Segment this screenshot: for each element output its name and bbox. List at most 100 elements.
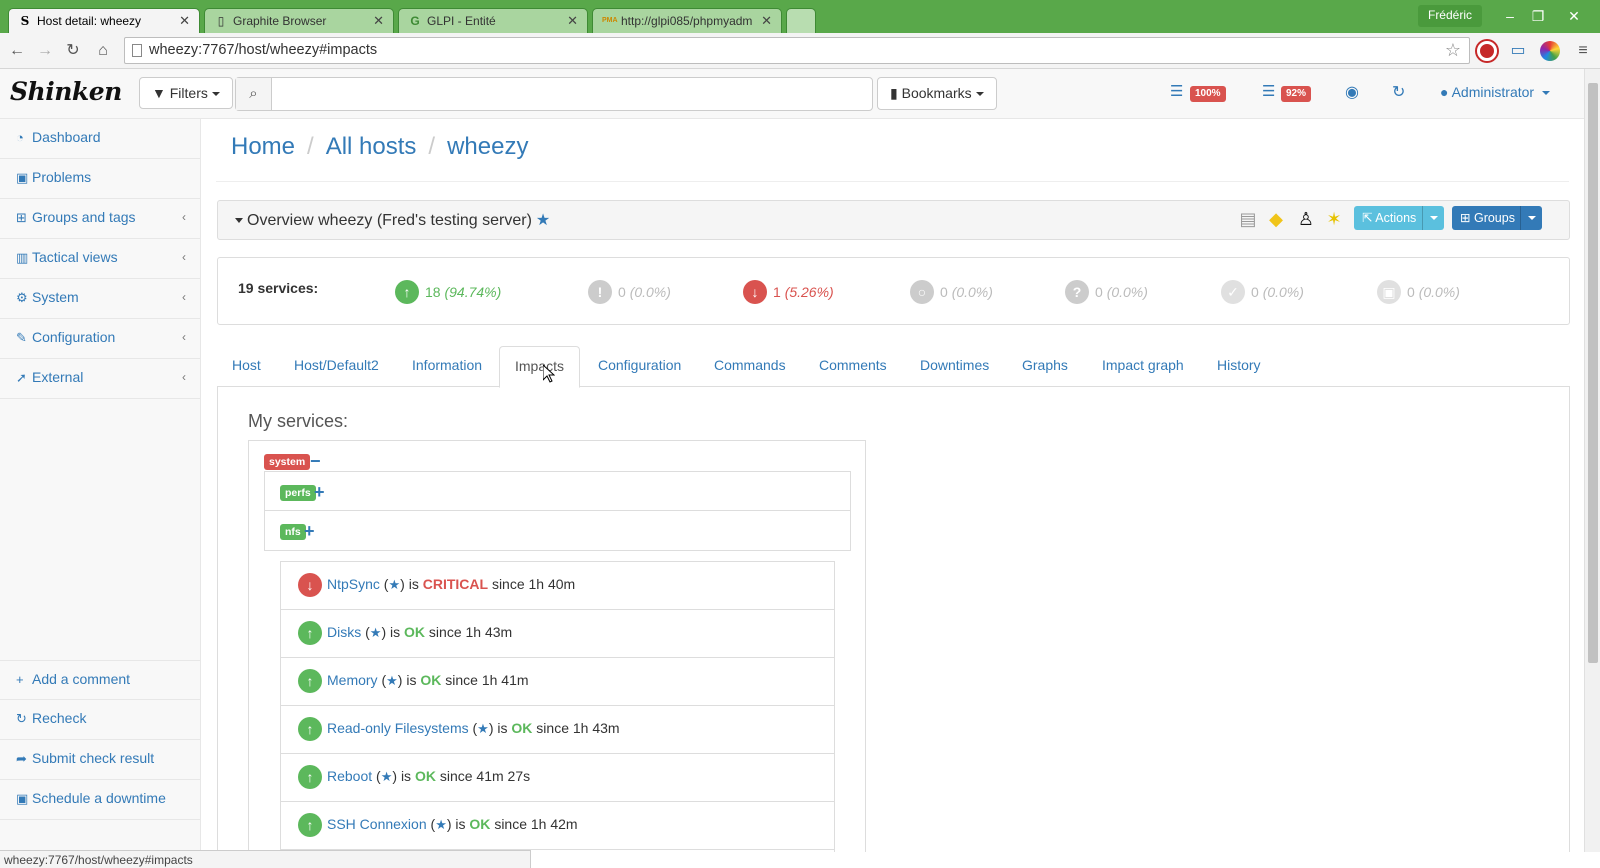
service-link[interactable]: Read-only Filesystems (327, 720, 469, 736)
sidebar-item-configuration[interactable]: ✎ Configuration ‹ (0, 319, 200, 359)
star-icon[interactable]: ★ (388, 577, 400, 592)
close-window-icon[interactable]: ✕ (1562, 6, 1586, 26)
close-tab-icon[interactable]: ✕ (179, 13, 190, 29)
breadcrumb-host[interactable]: wheezy (447, 133, 528, 160)
groups-button[interactable]: ⊞ Groups (1452, 206, 1542, 230)
schedule-downtime-action[interactable]: ▣ Schedule a downtime (0, 780, 200, 820)
stat-unknown[interactable]: ? 0 (0.0%) (1065, 280, 1148, 304)
sidebar-item-label: Tactical views (32, 249, 118, 265)
star-icon[interactable]: ★ (477, 721, 489, 736)
minimize-icon[interactable]: – (1498, 6, 1522, 26)
nfs-tag[interactable]: nfs (280, 524, 306, 540)
browser-tab-graphite[interactable]: ▯ Graphite Browser ✕ (204, 8, 394, 33)
expand-toggle-icon[interactable]: + (304, 522, 315, 540)
stat-critical[interactable]: ↓ 1 (5.26%) (743, 280, 834, 304)
new-tab-button[interactable] (786, 8, 816, 33)
services-list-icon[interactable]: ☰ (1262, 82, 1275, 100)
menu-icon[interactable]: ≡ (1572, 40, 1594, 62)
tab-history[interactable]: History (1202, 346, 1276, 387)
screen-capture-extension-icon[interactable]: ▭ (1507, 40, 1529, 62)
hosts-percent-badge[interactable]: 100% (1190, 86, 1226, 102)
breadcrumb-all-hosts[interactable]: All hosts (326, 133, 417, 160)
stat-acknowledged[interactable]: ✓ 0 (0.0%) (1221, 280, 1304, 304)
tab-host-default2[interactable]: Host/Default2 (279, 346, 394, 387)
stat-pct: (94.74%) (444, 284, 502, 300)
browser-tab-glpi[interactable]: G GLPI - Entité ✕ (398, 8, 588, 33)
service-link[interactable]: Disks (327, 624, 361, 640)
star-icon[interactable]: ★ (386, 673, 398, 688)
breadcrumb-home[interactable]: Home (231, 133, 295, 160)
search-input[interactable] (273, 78, 871, 110)
close-tab-icon[interactable]: ✕ (373, 13, 384, 29)
home-icon[interactable]: ⌂ (92, 40, 114, 62)
stat-ok[interactable]: ↑ 18 (94.74%) (395, 280, 501, 304)
hosts-list-icon[interactable]: ☰ (1170, 82, 1183, 100)
tab-downtimes[interactable]: Downtimes (905, 346, 1004, 387)
sidebar-item-external[interactable]: ➚ External ‹ (0, 359, 200, 399)
stat-downtime[interactable]: ▣ 0 (0.0%) (1377, 280, 1460, 304)
tab-configuration[interactable]: Configuration (583, 346, 696, 387)
forward-icon[interactable]: → (34, 40, 56, 62)
scrollbar-thumb[interactable] (1588, 83, 1598, 663)
search-icon[interactable]: ⌕ (236, 78, 272, 110)
groups-label: Groups (1473, 211, 1515, 225)
expand-toggle-icon[interactable]: + (314, 483, 325, 501)
bookmark-star-icon[interactable]: ☆ (1445, 40, 1461, 61)
sidebar-item-problems[interactable]: ▣ Problems (0, 159, 200, 199)
eye-icon[interactable]: ◉ (1345, 82, 1359, 102)
tab-comments[interactable]: Comments (804, 346, 902, 387)
bookmarks-button[interactable]: ▮ Bookmarks (877, 77, 997, 110)
actions-dropdown-toggle[interactable] (1422, 206, 1444, 230)
perfs-tag[interactable]: perfs (280, 485, 316, 501)
ambulance-icon: ▣ (16, 170, 29, 185)
refresh-icon[interactable]: ↻ (1392, 82, 1405, 102)
tab-host[interactable]: Host (217, 346, 276, 387)
system-tag[interactable]: system (264, 454, 311, 470)
service-link[interactable]: Memory (327, 672, 378, 688)
tab-impacts[interactable]: Impacts (499, 346, 581, 388)
collapse-toggle-icon[interactable]: − (310, 452, 321, 470)
sidebar-item-tactical-views[interactable]: ▥ Tactical views ‹ (0, 239, 200, 279)
browser-status-bar: wheezy:7767/host/wheezy#impacts (0, 850, 531, 868)
color-picker-extension-icon[interactable] (1540, 41, 1560, 61)
favorite-star-icon[interactable]: ★ (536, 212, 550, 229)
stat-warning[interactable]: ! 0 (0.0%) (588, 280, 671, 304)
stat-pending[interactable]: ○ 0 (0.0%) (910, 280, 993, 304)
star-icon[interactable]: ★ (435, 817, 447, 832)
star-icon[interactable]: ★ (381, 769, 393, 784)
user-menu[interactable]: ● Administrator (1440, 84, 1550, 100)
page-scrollbar[interactable] (1584, 69, 1600, 852)
groups-dropdown-toggle[interactable] (1520, 206, 1542, 230)
close-tab-icon[interactable]: ✕ (761, 13, 772, 29)
adblock-extension-icon[interactable] (1477, 41, 1497, 61)
filters-button[interactable]: ▼ Filters (139, 77, 233, 109)
service-link[interactable]: SSH Connexion (327, 816, 427, 832)
browser-tab-host-detail[interactable]: S Host detail: wheezy ✕ (8, 8, 200, 33)
browser-user-badge[interactable]: Frédéric (1417, 5, 1482, 27)
submit-check-result-action[interactable]: ➦ Submit check result (0, 740, 200, 780)
close-tab-icon[interactable]: ✕ (567, 13, 578, 29)
overview-toggle[interactable]: Overview wheezy (Fred's testing server) ★ (235, 210, 550, 230)
tab-commands[interactable]: Commands (699, 346, 801, 387)
recheck-action[interactable]: ↻ Recheck (0, 700, 200, 740)
service-link[interactable]: Reboot (327, 768, 372, 784)
add-comment-action[interactable]: + Add a comment (0, 660, 200, 700)
shinken-logo[interactable]: Shinken (10, 77, 122, 106)
tab-graphs[interactable]: Graphs (1007, 346, 1083, 387)
star-icon[interactable]: ★ (370, 625, 382, 640)
sidebar-item-system[interactable]: ⚙ System ‹ (0, 279, 200, 319)
sidebar-item-groups-and-tags[interactable]: ⊞ Groups and tags ‹ (0, 199, 200, 239)
services-percent-badge[interactable]: 92% (1281, 86, 1312, 102)
address-bar[interactable]: wheezy:7767/host/wheezy#impacts ☆ (124, 37, 1470, 64)
sidebar-item-dashboard[interactable]: ◔ Dashboard (0, 119, 200, 159)
restore-icon[interactable]: ❐ (1526, 6, 1550, 26)
sidebar-item-label: System (32, 289, 79, 305)
service-link[interactable]: NtpSync (327, 576, 380, 592)
browser-tab-phpmyadmin[interactable]: PMA http://glpi085/phpmyadm ✕ (592, 8, 782, 33)
back-icon[interactable]: ← (6, 40, 28, 62)
actions-button[interactable]: ⇱ Actions (1354, 206, 1444, 230)
tab-impact-graph[interactable]: Impact graph (1087, 346, 1199, 387)
tab-information[interactable]: Information (397, 346, 497, 387)
service-row-ntpsync: ↓ NtpSync (★) is CRITICAL since 1h 40m (281, 562, 834, 610)
reload-icon[interactable]: ↻ (62, 40, 84, 62)
